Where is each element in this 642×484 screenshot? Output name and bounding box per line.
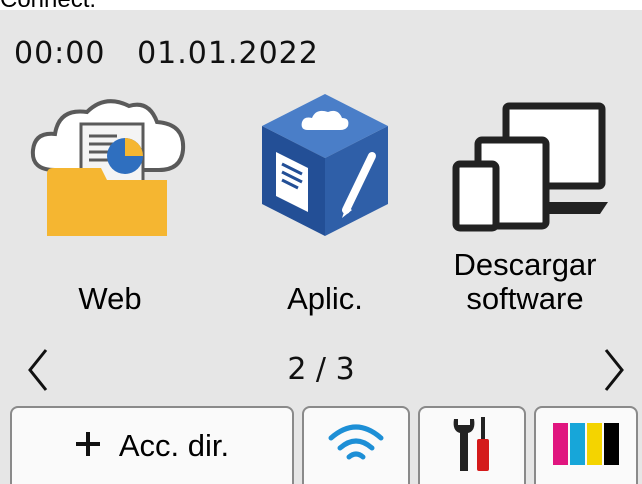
wrench-screwdriver-icon (450, 415, 494, 478)
web-folder-icon (20, 90, 200, 240)
app-download-label-line2: software (466, 281, 584, 316)
app-aplic[interactable]: Aplic. (235, 90, 415, 370)
app-web[interactable]: Web (20, 90, 200, 370)
touch-screen: 00:00 01.01.2022 Web Aplic. Descargar so… (0, 10, 642, 484)
status-date: 01.01.2022 (137, 36, 319, 71)
ink-cartridges-icon (551, 421, 621, 472)
app-web-label: Web (78, 281, 142, 316)
plus-icon (75, 431, 101, 462)
app-download-software[interactable]: Descargar software (435, 90, 615, 370)
header-fragment-text: Connect. (0, 0, 96, 10)
app-download-label-line1: Descargar (453, 247, 597, 282)
status-datetime: 00:00 01.01.2022 (14, 36, 319, 71)
settings-button[interactable] (418, 406, 526, 484)
app-aplic-label: Aplic. (287, 281, 363, 316)
ink-button[interactable] (534, 406, 638, 484)
apps-cube-icon (235, 90, 415, 240)
bottom-bar: Acc. dir. (0, 406, 642, 484)
shortcuts-label: Acc. dir. (118, 428, 230, 463)
devices-icon (435, 90, 615, 240)
chevron-right-icon[interactable] (594, 346, 634, 394)
shortcuts-button[interactable]: Acc. dir. (10, 406, 294, 484)
wifi-icon (327, 422, 385, 471)
page-indicator: 2 / 3 (287, 352, 355, 387)
status-time: 00:00 (14, 36, 106, 71)
header-fragment: Connect. (0, 0, 642, 10)
wifi-button[interactable] (302, 406, 410, 484)
